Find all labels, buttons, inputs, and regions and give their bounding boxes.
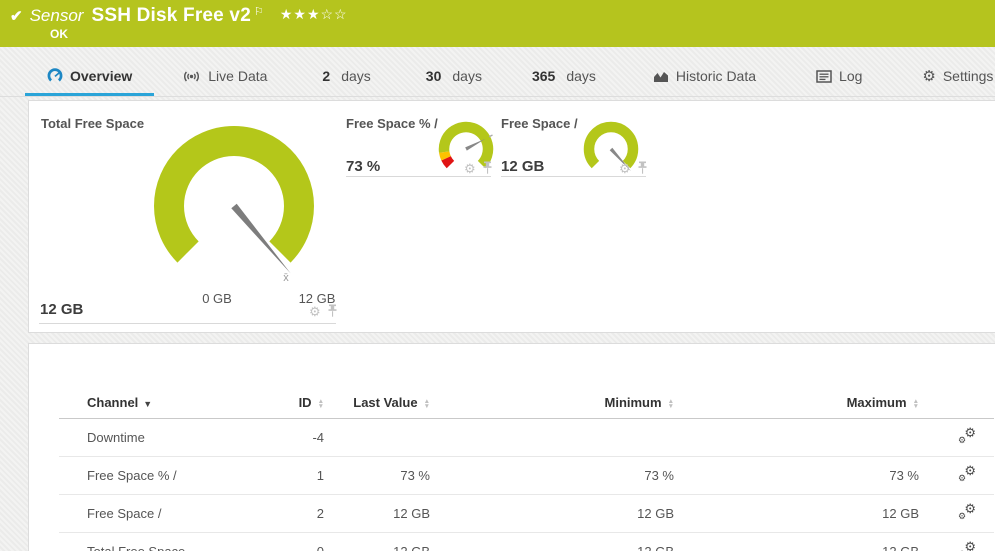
channel-settings-icon[interactable]: ⚙⚙ (958, 504, 976, 520)
channel-settings-icon[interactable]: ⚙⚙ (958, 466, 976, 482)
live-signal-icon (182, 69, 201, 84)
overview-gauges-panel: Total Free Space x̄ 0 GB 12 GB 12 GB ⚙ F… (28, 100, 995, 333)
sort-icon: ▲▼ (424, 399, 430, 409)
col-header-channel[interactable]: Channel▼ (59, 389, 289, 419)
total-free-space-gauge: x̄ (139, 111, 329, 301)
tab-overview[interactable]: Overview (25, 68, 154, 96)
priority-flag-icon[interactable]: ⚐ (254, 5, 264, 18)
gauge-icon (47, 68, 63, 84)
pin-icon[interactable] (637, 161, 648, 175)
channel-name[interactable]: Total Free Space (59, 533, 289, 551)
channel-table-panel: Channel▼ ID▲▼ Last Value▲▼ Minimum▲▼ Max… (28, 343, 995, 551)
area-chart-icon (653, 70, 669, 83)
tab-2-days[interactable]: 2days (322, 68, 370, 96)
sort-icon: ▲▼ (318, 399, 324, 409)
sensor-header: ✔ Sensor SSH Disk Free v2 ⚐ ★★★☆☆ OK (0, 0, 995, 47)
tab-historic-data[interactable]: Historic Data (653, 68, 756, 96)
col-header-id[interactable]: ID▲▼ (289, 389, 344, 419)
gauge-value: 12 GB (501, 158, 544, 175)
priority-stars[interactable]: ★★★☆☆ (280, 6, 348, 23)
gear-icon: ⚙ (922, 69, 935, 84)
channel-settings-icon[interactable]: ⚙⚙ (958, 542, 976, 551)
object-type-label: Sensor (30, 6, 84, 26)
log-list-icon (816, 70, 832, 83)
widget-gear-icon[interactable]: ⚙ (309, 305, 321, 318)
sort-icon: ▲▼ (913, 399, 919, 409)
table-row[interactable]: Free Space % / 1 73 % 73 % 73 % ⚙⚙ (59, 457, 994, 495)
channel-name[interactable]: Downtime (59, 419, 289, 457)
table-header-row: Channel▼ ID▲▼ Last Value▲▼ Minimum▲▼ Max… (59, 389, 994, 419)
tab-log[interactable]: Log (816, 68, 862, 96)
widget-divider (346, 176, 491, 177)
gauge-value: 73 % (346, 158, 380, 175)
tab-365-days[interactable]: 365days (532, 68, 596, 96)
gauge-title: Free Space % / (346, 116, 438, 131)
col-header-last-value[interactable]: Last Value▲▼ (344, 389, 454, 419)
pin-icon[interactable] (327, 304, 338, 318)
widget-gear-icon[interactable]: ⚙ (464, 162, 476, 175)
widget-divider (501, 176, 646, 177)
table-row[interactable]: Downtime -4 ⚙⚙ (59, 419, 994, 457)
gauge-title: Total Free Space (41, 116, 144, 131)
tab-settings[interactable]: ⚙ Settings (922, 68, 993, 96)
table-row[interactable]: Free Space / 2 12 GB 12 GB 12 GB ⚙⚙ (59, 495, 994, 533)
channel-table: Channel▼ ID▲▼ Last Value▲▼ Minimum▲▼ Max… (59, 389, 994, 551)
tab-30-days[interactable]: 30days (426, 68, 482, 96)
widget-gear-icon[interactable]: ⚙ (619, 162, 631, 175)
col-header-maximum[interactable]: Maximum▲▼ (704, 389, 949, 419)
widget-divider (39, 323, 336, 324)
tab-live-data[interactable]: Live Data (182, 68, 267, 96)
channel-name[interactable]: Free Space % / (59, 457, 289, 495)
tab-bar: Overview Live Data 2days 30days 365days … (0, 47, 995, 97)
channel-settings-icon[interactable]: ⚙⚙ (958, 428, 976, 444)
table-row[interactable]: Total Free Space 0 12 GB 12 GB 12 GB ⚙⚙ (59, 533, 994, 551)
sensor-title: SSH Disk Free v2 (91, 5, 251, 27)
gauge-value: 12 GB (40, 301, 83, 318)
sort-icon: ▲▼ (668, 399, 674, 409)
sensor-status-badge: OK (50, 27, 68, 41)
pin-icon[interactable] (482, 161, 493, 175)
status-check-icon: ✔ (10, 7, 23, 25)
gauge-title: Free Space / (501, 116, 578, 131)
average-marker: x̄ (283, 272, 289, 284)
sort-desc-icon: ▼ (143, 399, 152, 409)
gauge-scale-min: 0 GB (187, 291, 247, 306)
col-header-settings (949, 389, 994, 419)
col-header-minimum[interactable]: Minimum▲▼ (454, 389, 704, 419)
channel-name[interactable]: Free Space / (59, 495, 289, 533)
